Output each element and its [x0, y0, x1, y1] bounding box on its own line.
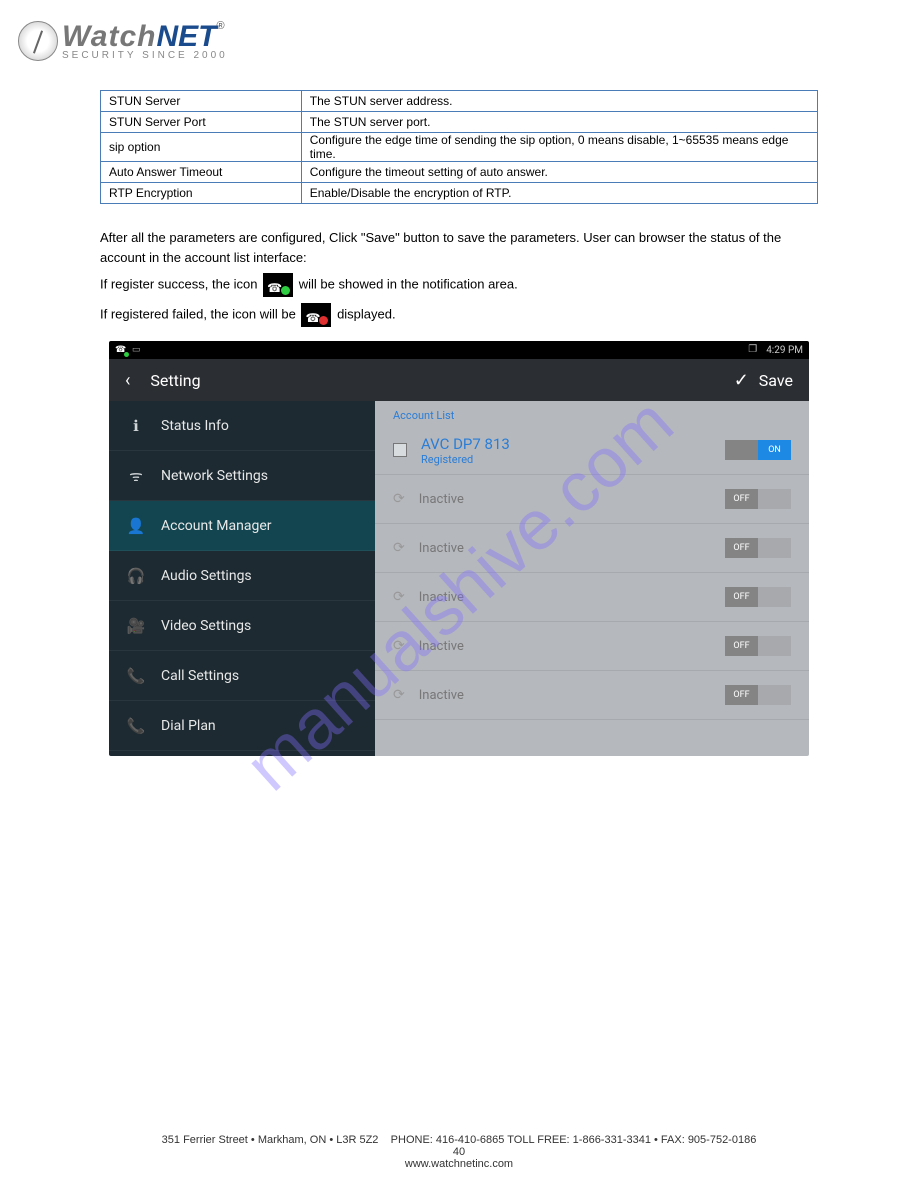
param-desc: The STUN server port.	[301, 112, 817, 133]
check-icon: ✓	[734, 370, 749, 391]
account-list-pane: Account List AVC DP7 813 Registered ON	[375, 401, 809, 756]
back-button[interactable]: ‹	[125, 370, 130, 391]
sidebar-item-label: Audio Settings	[161, 568, 252, 584]
sidebar-item-label: Video Settings	[161, 618, 251, 634]
account-inactive-label: Inactive	[419, 492, 464, 507]
para3-pre: If registered failed, the icon will be	[100, 306, 299, 321]
para3-post: displayed.	[337, 306, 396, 321]
phone-icon: 📞	[125, 717, 147, 735]
table-row: Auto Answer TimeoutConfigure the timeout…	[101, 162, 818, 183]
account-row-inactive[interactable]: ⟳ Inactive OFF	[375, 524, 809, 573]
refresh-icon: ⟳	[393, 491, 405, 507]
status-phone-registered-icon	[115, 344, 127, 356]
account-row-inactive[interactable]: ⟳ Inactive OFF	[375, 573, 809, 622]
phone-icon: 📞	[125, 667, 147, 685]
account-row-inactive[interactable]: ⟳ Inactive OFF	[375, 622, 809, 671]
account-name: AVC DP7 813	[421, 435, 510, 453]
account-toggle-off[interactable]: OFF	[725, 489, 791, 509]
param-desc: Configure the edge time of sending the s…	[301, 133, 817, 162]
paragraph-1: After all the parameters are configured,…	[100, 228, 818, 267]
save-label: Save	[759, 371, 793, 390]
para2-post: will be showed in the notification area.	[299, 276, 518, 291]
android-status-bar: 4:29 PM	[109, 341, 809, 359]
toggle-off-label: OFF	[725, 538, 758, 558]
account-toggle-off[interactable]: OFF	[725, 587, 791, 607]
sidebar-item-status-info[interactable]: ℹ Status Info	[109, 401, 375, 451]
footer-page-number: 40	[453, 1146, 465, 1158]
param-desc: Enable/Disable the encryption of RTP.	[301, 183, 817, 204]
settings-sidebar: ℹ Status Info ᯤ Network Settings 👤 Accou…	[109, 401, 375, 756]
toggle-off-label: OFF	[725, 489, 758, 509]
info-icon: ℹ	[125, 417, 147, 435]
param-desc: The STUN server address.	[301, 91, 817, 112]
screen-title: Setting	[150, 371, 200, 390]
sidebar-item-dial-plan[interactable]: 📞 Dial Plan	[109, 701, 375, 751]
sidebar-item-label: Call Settings	[161, 668, 239, 684]
param-label: RTP Encryption	[101, 183, 302, 204]
account-row-inactive[interactable]: ⟳ Inactive OFF	[375, 475, 809, 524]
table-row: STUN Server PortThe STUN server port.	[101, 112, 818, 133]
paragraph-2: If register success, the icon ☎ will be …	[100, 273, 818, 297]
status-windows-icon	[748, 344, 760, 356]
account-inactive-label: Inactive	[419, 541, 464, 556]
camera-icon: 🎥	[125, 617, 147, 635]
toggle-on-label: ON	[758, 440, 791, 460]
save-button[interactable]: ✓ Save	[734, 370, 793, 391]
param-label: STUN Server Port	[101, 112, 302, 133]
account-toggle-off[interactable]: OFF	[725, 538, 791, 558]
account-toggle-on[interactable]: ON	[725, 440, 791, 460]
account-inactive-label: Inactive	[419, 639, 464, 654]
status-gallery-icon	[132, 344, 144, 356]
sidebar-item-label: Status Info	[161, 418, 229, 434]
account-inactive-label: Inactive	[419, 688, 464, 703]
refresh-icon: ⟳	[393, 687, 405, 703]
refresh-icon: ⟳	[393, 638, 405, 654]
account-toggle-off[interactable]: OFF	[725, 636, 791, 656]
param-label: STUN Server	[101, 91, 302, 112]
footer-address: 351 Ferrier Street • Markham, ON • L3R 5…	[162, 1134, 379, 1146]
param-label: Auto Answer Timeout	[101, 162, 302, 183]
toggle-off-label: OFF	[725, 636, 758, 656]
person-icon: 👤	[125, 517, 147, 535]
status-time: 4:29 PM	[766, 345, 803, 356]
table-row: RTP EncryptionEnable/Disable the encrypt…	[101, 183, 818, 204]
sidebar-item-label: Network Settings	[161, 468, 268, 484]
account-toggle-off[interactable]: OFF	[725, 685, 791, 705]
sidebar-item-network-settings[interactable]: ᯤ Network Settings	[109, 451, 375, 501]
refresh-icon: ⟳	[393, 540, 405, 556]
sidebar-item-video-settings[interactable]: 🎥 Video Settings	[109, 601, 375, 651]
headset-icon: 🎧	[125, 567, 147, 585]
register-failed-icon: ☎	[301, 303, 331, 327]
register-success-icon: ☎	[263, 273, 293, 297]
account-status: Registered	[421, 453, 510, 466]
table-row: sip optionConfigure the edge time of sen…	[101, 133, 818, 162]
refresh-icon: ⟳	[393, 589, 405, 605]
sidebar-item-label: Account Manager	[161, 518, 272, 534]
paragraph-3: If registered failed, the icon will be ☎…	[100, 303, 818, 327]
para2-pre: If register success, the icon	[100, 276, 261, 291]
page-footer: 351 Ferrier Street • Markham, ON • L3R 5…	[0, 1134, 918, 1170]
page-content: STUN ServerThe STUN server address. STUN…	[0, 0, 918, 816]
account-row-inactive[interactable]: ⟳ Inactive OFF	[375, 671, 809, 720]
footer-website: www.watchnetinc.com	[405, 1158, 513, 1170]
sidebar-item-call-settings[interactable]: 📞 Call Settings	[109, 651, 375, 701]
account-list-header: Account List	[375, 401, 809, 426]
antenna-icon: ᯤ	[125, 466, 147, 486]
account-inactive-label: Inactive	[419, 590, 464, 605]
toggle-off-label: OFF	[725, 685, 758, 705]
sidebar-item-label: Dial Plan	[161, 718, 216, 734]
footer-phone: PHONE: 416-410-6865 TOLL FREE: 1-866-331…	[391, 1134, 757, 1146]
param-desc: Configure the timeout setting of auto an…	[301, 162, 817, 183]
sidebar-item-audio-settings[interactable]: 🎧 Audio Settings	[109, 551, 375, 601]
param-label: sip option	[101, 133, 302, 162]
account-checkbox[interactable]	[393, 443, 407, 457]
sidebar-item-account-manager[interactable]: 👤 Account Manager	[109, 501, 375, 551]
device-screenshot: 4:29 PM ‹ Setting ✓ Save ℹ Status Info ᯤ	[109, 341, 809, 756]
parameter-table: STUN ServerThe STUN server address. STUN…	[100, 90, 818, 204]
account-row-registered[interactable]: AVC DP7 813 Registered ON	[375, 426, 809, 475]
table-row: STUN ServerThe STUN server address.	[101, 91, 818, 112]
toggle-off-label: OFF	[725, 587, 758, 607]
app-title-bar: ‹ Setting ✓ Save	[109, 359, 809, 401]
